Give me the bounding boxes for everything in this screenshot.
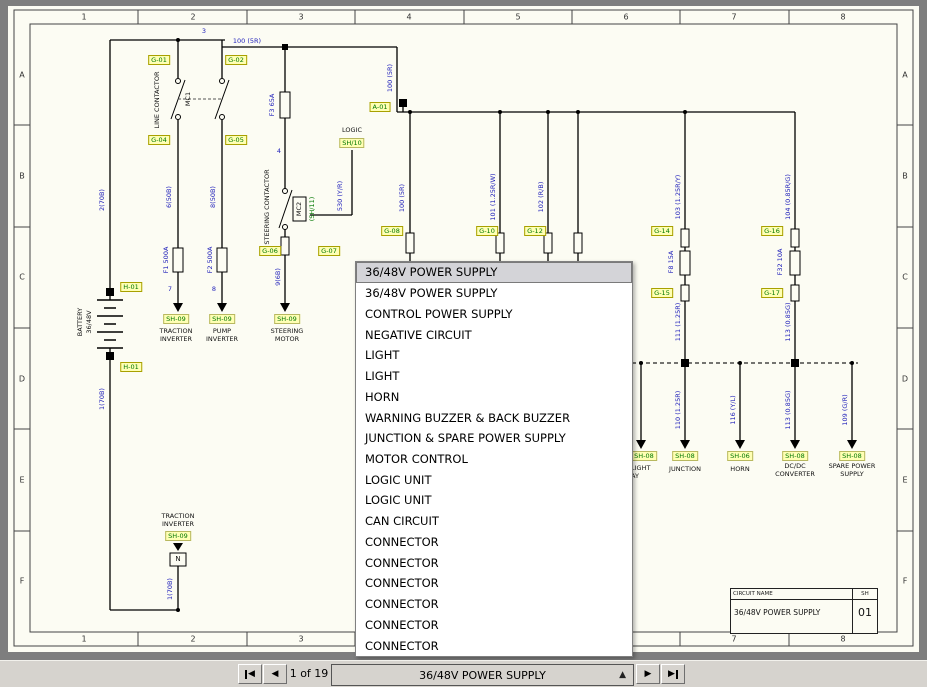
next-page-icon: ▶ xyxy=(645,669,652,679)
title-block-sheet-cell: SH 01 xyxy=(853,589,877,633)
sheet-header: SH xyxy=(853,589,877,600)
dropdown-item[interactable]: CONNECTOR xyxy=(356,573,632,594)
chevron-up-icon: ▲ xyxy=(619,670,626,680)
circuit-name-value: 36/48V POWER SUPPLY xyxy=(731,600,852,617)
last-page-icon: ▶ xyxy=(668,669,675,679)
dropdown-item[interactable]: 36/48V POWER SUPPLY xyxy=(356,283,632,304)
prev-page-button[interactable]: ◀ xyxy=(263,664,287,684)
next-page-button[interactable]: ▶ xyxy=(636,664,660,684)
first-page-button[interactable]: ◀ xyxy=(238,664,262,684)
prev-page-icon: ◀ xyxy=(272,669,279,679)
sheet-dropdown-list: 36/48V POWER SUPPLY 36/48V POWER SUPPLY … xyxy=(355,261,633,657)
skip-end-bar-icon xyxy=(676,670,678,679)
dropdown-item[interactable]: CONNECTOR xyxy=(356,614,632,635)
page-indicator: 1 of 19 xyxy=(286,664,332,684)
dropdown-item[interactable]: HORN xyxy=(356,386,632,407)
last-page-button[interactable]: ▶ xyxy=(661,664,685,684)
dropdown-item[interactable]: JUNCTION & SPARE POWER SUPPLY xyxy=(356,428,632,449)
dropdown-item[interactable]: 36/48V POWER SUPPLY xyxy=(356,262,632,283)
first-page-icon: ◀ xyxy=(248,669,255,679)
dropdown-item[interactable]: NEGATIVE CIRCUIT xyxy=(356,324,632,345)
skip-start-bar-icon xyxy=(245,670,247,679)
combo-value: 36/48V POWER SUPPLY xyxy=(419,669,546,682)
dropdown-item[interactable]: LIGHT xyxy=(356,345,632,366)
dropdown-item[interactable]: CONNECTOR xyxy=(356,552,632,573)
dropdown-item[interactable]: CONTROL POWER SUPPLY xyxy=(356,303,632,324)
circuit-name-header: CIRCUIT NAME xyxy=(731,589,852,600)
dropdown-item[interactable]: CAN CIRCUIT xyxy=(356,511,632,532)
title-block-name-cell: CIRCUIT NAME 36/48V POWER SUPPLY xyxy=(731,589,853,633)
dropdown-item[interactable]: LOGIC UNIT xyxy=(356,490,632,511)
sheet-selector-combo[interactable]: 36/48V POWER SUPPLY ▲ xyxy=(331,664,634,686)
dropdown-item[interactable]: CONNECTOR xyxy=(356,594,632,615)
dropdown-item[interactable]: LOGIC UNIT xyxy=(356,469,632,490)
sheet-number: 01 xyxy=(853,600,877,619)
app-window: 1 2 3 4 5 6 7 8 1 2 3 4 5 6 7 8 A B C D … xyxy=(0,0,927,687)
title-block: CIRCUIT NAME 36/48V POWER SUPPLY SH 01 xyxy=(730,588,878,634)
dropdown-item[interactable]: CONNECTOR xyxy=(356,532,632,553)
dropdown-item[interactable]: CONNECTOR xyxy=(356,635,632,656)
navigation-toolbar: ◀ ◀ 1 of 19 36/48V POWER SUPPLY ▲ ▶ ▶ xyxy=(0,660,927,687)
dropdown-item[interactable]: WARNING BUZZER & BACK BUZZER xyxy=(356,407,632,428)
dropdown-item[interactable]: MOTOR CONTROL xyxy=(356,449,632,470)
dropdown-item[interactable]: LIGHT xyxy=(356,366,632,387)
